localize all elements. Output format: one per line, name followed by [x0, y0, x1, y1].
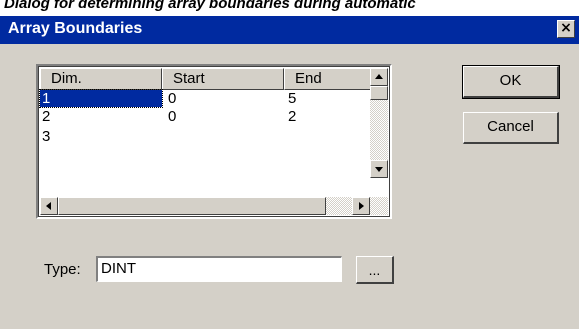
- scroll-left-button[interactable]: [40, 197, 58, 215]
- ok-button[interactable]: OK: [462, 65, 560, 99]
- type-input[interactable]: DINT: [96, 256, 342, 282]
- array-boundaries-dialog: Array Boundaries × Dim. Start End 1 0 5 …: [0, 16, 579, 329]
- arrow-right-icon: [359, 202, 364, 210]
- arrow-down-icon: [375, 167, 383, 172]
- cell-end-row2[interactable]: 2: [288, 108, 368, 125]
- cell-end-row1[interactable]: 5: [288, 90, 368, 107]
- type-label: Type:: [44, 261, 81, 278]
- close-button[interactable]: ×: [557, 20, 575, 38]
- scroll-down-button[interactable]: [370, 160, 388, 178]
- browse-type-button[interactable]: ...: [356, 256, 394, 284]
- title-bar: Array Boundaries ×: [0, 16, 579, 44]
- cell-end-row3[interactable]: [288, 128, 368, 145]
- cell-start-row1[interactable]: 0: [168, 90, 278, 107]
- vertical-scrollbar[interactable]: [370, 68, 388, 178]
- cell-start-row3[interactable]: [168, 128, 278, 145]
- close-icon: ×: [560, 20, 572, 36]
- column-header-start[interactable]: Start: [162, 68, 284, 90]
- array-boundaries-grid[interactable]: Dim. Start End 1 0 5 2 0 2 3: [36, 64, 392, 219]
- cell-start-row2[interactable]: 0: [168, 108, 278, 125]
- arrow-left-icon: [46, 202, 51, 210]
- vertical-scroll-thumb[interactable]: [370, 86, 388, 100]
- arrow-up-icon: [375, 74, 383, 79]
- cell-dim-row1[interactable]: 1: [39, 89, 163, 108]
- horizontal-scrollbar[interactable]: [40, 197, 370, 215]
- figure-caption: Dialog for determining array boundaries …: [4, 0, 416, 12]
- scroll-right-button[interactable]: [352, 197, 370, 215]
- cancel-button[interactable]: Cancel: [463, 112, 559, 144]
- horizontal-scroll-thumb[interactable]: [58, 197, 326, 215]
- cell-dim-row3[interactable]: 3: [42, 128, 160, 145]
- dialog-title: Array Boundaries: [8, 20, 143, 37]
- scroll-up-button[interactable]: [370, 68, 388, 86]
- cell-dim-row2[interactable]: 2: [42, 108, 160, 125]
- column-header-end[interactable]: End: [284, 68, 372, 90]
- column-header-dim[interactable]: Dim.: [40, 68, 162, 90]
- scrollbar-corner: [370, 197, 388, 215]
